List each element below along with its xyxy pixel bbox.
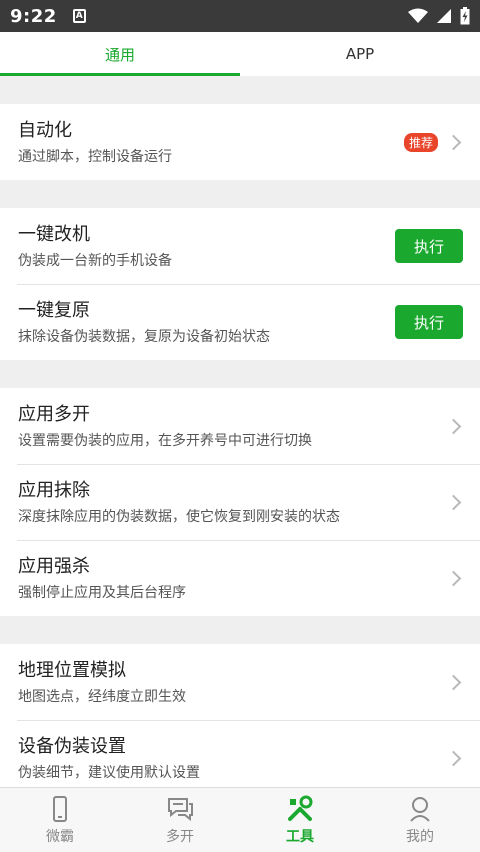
force-kill-item[interactable]: 应用强杀 强制停止应用及其后台程序 (0, 540, 480, 616)
restore-execute-button[interactable]: 执行 (395, 305, 463, 339)
status-icons (408, 7, 470, 25)
top-tabs: 通用 APP (0, 32, 480, 76)
chevron-right-icon (445, 134, 462, 150)
nav-tools[interactable]: 工具 (240, 788, 360, 852)
recommend-badge: 推荐 (403, 132, 438, 152)
tab-app[interactable]: APP (240, 32, 480, 76)
item-subtitle: 抹除设备伪装数据，复原为设备初始状态 (18, 328, 270, 345)
nav-label: 微霸 (46, 828, 74, 845)
nav-label: 工具 (286, 828, 314, 845)
modify-device-item: 一键改机 伪装成一台新的手机设备 执行 (0, 208, 480, 284)
tools-icon (288, 795, 313, 821)
item-subtitle: 设置需要伪装的应用，在多开养号中可进行切换 (18, 432, 312, 449)
restore-device-item: 一键复原 抹除设备伪装数据，复原为设备初始状态 执行 (0, 284, 480, 360)
status-bar: 9:22 A (0, 0, 480, 32)
tab-general[interactable]: 通用 (0, 32, 240, 76)
bottom-nav: 微霸 多开 工具 我的 (0, 787, 480, 852)
app-erase-item[interactable]: 应用抹除 深度抹除应用的伪装数据，使它恢复到刚安装的状态 (0, 464, 480, 540)
chat-icon (168, 797, 193, 821)
person-icon (410, 796, 430, 822)
item-title: 一键改机 (18, 223, 90, 245)
geo-location-item[interactable]: 地理位置模拟 地图选点，经纬度立即生效 (0, 644, 480, 720)
device-section: 一键改机 伪装成一台新的手机设备 执行 一键复原 抹除设备伪装数据，复原为设备初… (0, 208, 480, 360)
battery-icon (460, 7, 470, 25)
modify-execute-button[interactable]: 执行 (395, 229, 463, 263)
item-subtitle: 地图选点，经纬度立即生效 (18, 688, 186, 705)
status-time: 9:22 (10, 5, 57, 27)
item-title: 应用抹除 (18, 479, 90, 501)
chevron-right-icon (445, 494, 462, 510)
app-section: 应用多开 设置需要伪装的应用，在多开养号中可进行切换 应用抹除 深度抹除应用的伪… (0, 388, 480, 616)
chevron-right-icon (445, 674, 462, 690)
multi-open-item[interactable]: 应用多开 设置需要伪装的应用，在多开养号中可进行切换 (0, 388, 480, 464)
wifi-icon (408, 8, 428, 23)
item-title: 应用强杀 (18, 555, 90, 577)
signal-icon (437, 9, 451, 23)
nav-multi-open[interactable]: 多开 (120, 788, 240, 852)
item-title: 一键复原 (18, 299, 90, 321)
chevron-right-icon (445, 750, 462, 766)
chevron-right-icon (445, 570, 462, 586)
nav-weiba[interactable]: 微霸 (0, 788, 120, 852)
nav-mine[interactable]: 我的 (360, 788, 480, 852)
item-title: 设备伪装设置 (18, 735, 126, 757)
sim-icon: A (72, 9, 86, 23)
chevron-right-icon (445, 418, 462, 434)
item-subtitle: 强制停止应用及其后台程序 (18, 584, 186, 601)
item-title: 自动化 (18, 119, 72, 141)
phone-icon (53, 795, 67, 822)
item-subtitle: 深度抹除应用的伪装数据，使它恢复到刚安装的状态 (18, 508, 340, 525)
item-title: 应用多开 (18, 403, 90, 425)
automation-section: 自动化 通过脚本，控制设备运行 推荐 (0, 104, 480, 180)
item-title: 地理位置模拟 (18, 659, 126, 681)
nav-label: 多开 (166, 828, 194, 845)
location-section: 地理位置模拟 地图选点，经纬度立即生效 设备伪装设置 伪装细节，建议使用默认设置 (0, 644, 480, 796)
automation-item[interactable]: 自动化 通过脚本，控制设备运行 推荐 (0, 104, 480, 180)
disguise-settings-item[interactable]: 设备伪装设置 伪装细节，建议使用默认设置 (0, 720, 480, 796)
nav-label: 我的 (406, 828, 434, 845)
item-subtitle: 伪装细节，建议使用默认设置 (18, 764, 200, 781)
item-subtitle: 通过脚本，控制设备运行 (18, 148, 172, 165)
item-subtitle: 伪装成一台新的手机设备 (18, 252, 172, 269)
